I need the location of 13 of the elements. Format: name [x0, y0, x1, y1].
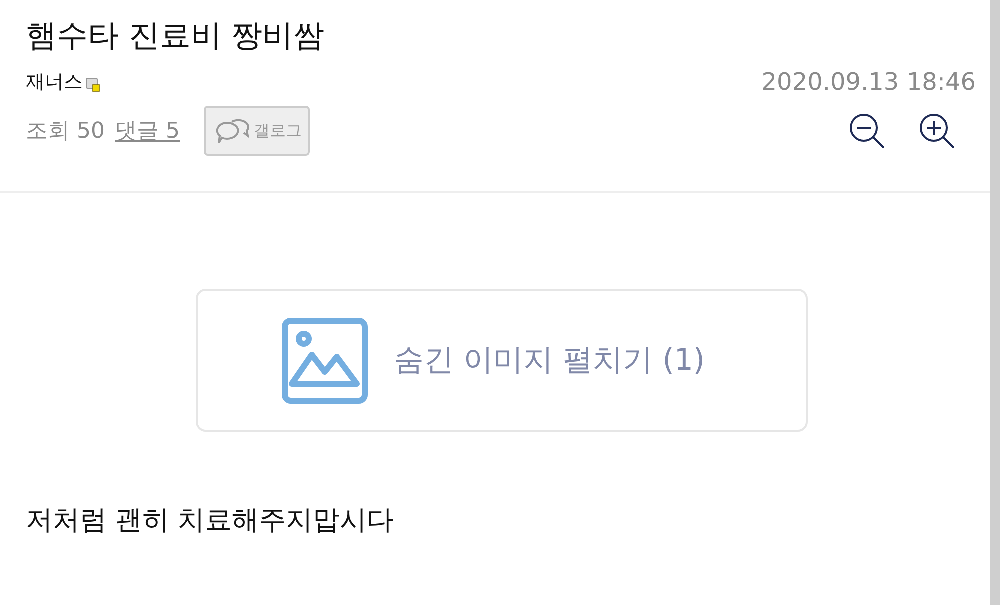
zoom-out-icon[interactable]: [848, 112, 886, 150]
comment-link[interactable]: 댓글 5: [115, 116, 180, 146]
zoom-in-icon[interactable]: [918, 112, 956, 150]
post-date: 2020.09.13 18:46: [762, 68, 976, 96]
gallog-button[interactable]: 갤로그: [204, 106, 310, 156]
view-count: 조회 50: [26, 118, 105, 146]
author-name[interactable]: 재너스: [26, 69, 83, 95]
scrollbar[interactable]: [990, 0, 1000, 605]
image-icon: [282, 318, 368, 404]
post-title: 햄수타 진료비 짱비쌈: [26, 17, 326, 56]
post-body: 저처럼 괜히 치료해주지맙시다: [26, 504, 396, 538]
user-badge-icon: [86, 78, 100, 92]
show-hidden-images-button[interactable]: 숨긴 이미지 펼치기 (1): [196, 289, 808, 432]
